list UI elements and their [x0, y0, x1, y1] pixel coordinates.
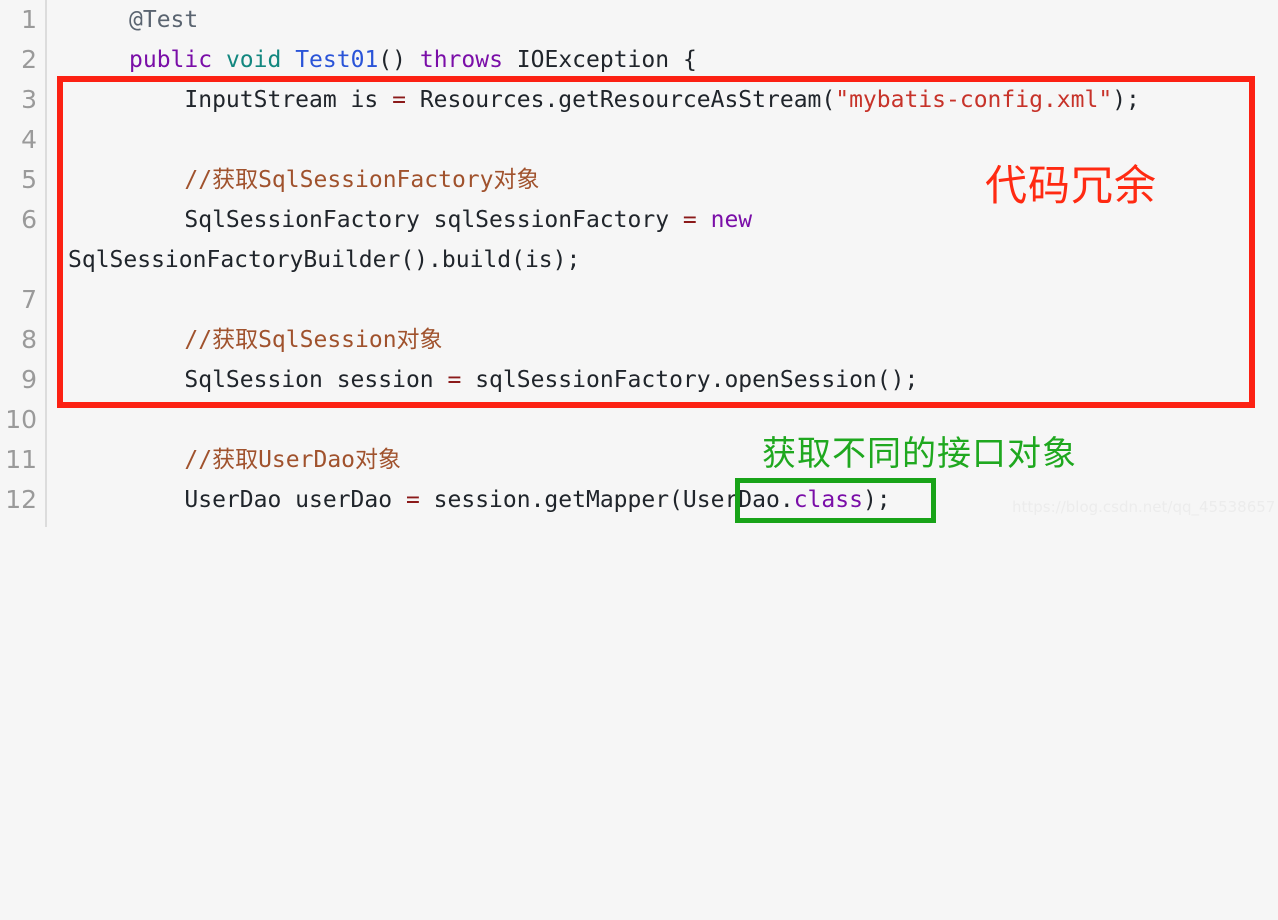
throws-keyword: throws [419, 47, 503, 73]
method-name-test01: Test01 [295, 47, 379, 73]
code-editor: 1 2 3 4 5 6 7 8 9 10 11 12 @Test public … [0, 0, 1278, 527]
line2-parens: () [378, 47, 420, 73]
code-content[interactable]: @Test public void Test01() throws IOExce… [49, 0, 1278, 527]
line-number-9: 9 [21, 365, 37, 394]
code-line-6-wrapped: SqlSessionFactoryBuilder().build(is); [68, 240, 580, 280]
code-line-5-comment: //获取SqlSessionFactory对象 [129, 160, 540, 200]
line-number-11: 11 [5, 445, 37, 474]
line-number-8: 8 [21, 325, 37, 354]
new-keyword: new [696, 207, 753, 233]
line9-declaration: SqlSession session [129, 367, 448, 393]
line3-tail: ); [1112, 87, 1140, 113]
test-annotation-token: @Test [129, 7, 199, 33]
line-number-12: 12 [5, 485, 37, 514]
annotation-code-redundancy: 代码冗余 [985, 161, 1158, 210]
line6-wrap-text: SqlSessionFactoryBuilder().build(is); [68, 247, 581, 273]
code-line-8-comment: //获取SqlSession对象 [129, 320, 443, 360]
comment-sqlsessionfactory: //获取SqlSessionFactory对象 [129, 167, 540, 193]
line-number-10: 10 [5, 405, 37, 434]
line3-call: Resources.getResourceAsStream( [405, 87, 836, 113]
line2-exception: IOException { [502, 47, 697, 73]
config-file-string: "mybatis-config.xml" [835, 87, 1113, 113]
code-line-11-comment: //获取UserDao对象 [129, 440, 401, 480]
line-number-5: 5 [21, 165, 37, 194]
line-number-3: 3 [21, 85, 37, 114]
line12-declaration: UserDao userDao [129, 487, 406, 513]
code-line-3: InputStream is = Resources.getResourceAs… [129, 80, 1140, 120]
line-number-2: 2 [21, 45, 37, 74]
line12-tail: ); [862, 487, 891, 513]
void-keyword: void [225, 47, 282, 73]
annotation-get-interface-object: 获取不同的接口对象 [762, 434, 1077, 474]
line3-declaration: InputStream is [129, 87, 393, 113]
line3-assign-operator: = [392, 87, 406, 113]
line-number-4: 4 [21, 125, 37, 154]
code-line-12: UserDao userDao = session.getMapper(User… [129, 480, 891, 520]
watermark-url: https://blog.csdn.net/qq_45538657 [1012, 498, 1276, 516]
code-line-9: SqlSession session = sqlSessionFactory.o… [129, 360, 918, 400]
line9-assign-operator: = [447, 367, 462, 393]
comment-userdao: //获取UserDao对象 [129, 447, 402, 473]
line-number-6: 6 [21, 205, 37, 234]
line-number-gutter: 1 2 3 4 5 6 7 8 9 10 11 12 [0, 0, 47, 527]
line-number-1: 1 [21, 5, 37, 34]
line12-assign-operator: = [405, 487, 420, 513]
line12-call: session.getMapper(UserDao. [419, 487, 794, 513]
line6-declaration: SqlSessionFactory sqlSessionFactory [129, 207, 683, 233]
line-number-7: 7 [21, 285, 37, 314]
code-line-2: public void Test01() throws IOException … [129, 40, 697, 80]
line9-call: sqlSessionFactory.openSession(); [461, 367, 919, 393]
code-line-1: @Test [129, 0, 198, 40]
comment-sqlsession: //获取SqlSession对象 [129, 327, 443, 353]
line6-assign-operator: = [682, 207, 697, 233]
code-line-6: SqlSessionFactory sqlSessionFactory = ne… [129, 200, 752, 240]
class-keyword: class [793, 487, 863, 513]
public-keyword: public [129, 47, 213, 73]
